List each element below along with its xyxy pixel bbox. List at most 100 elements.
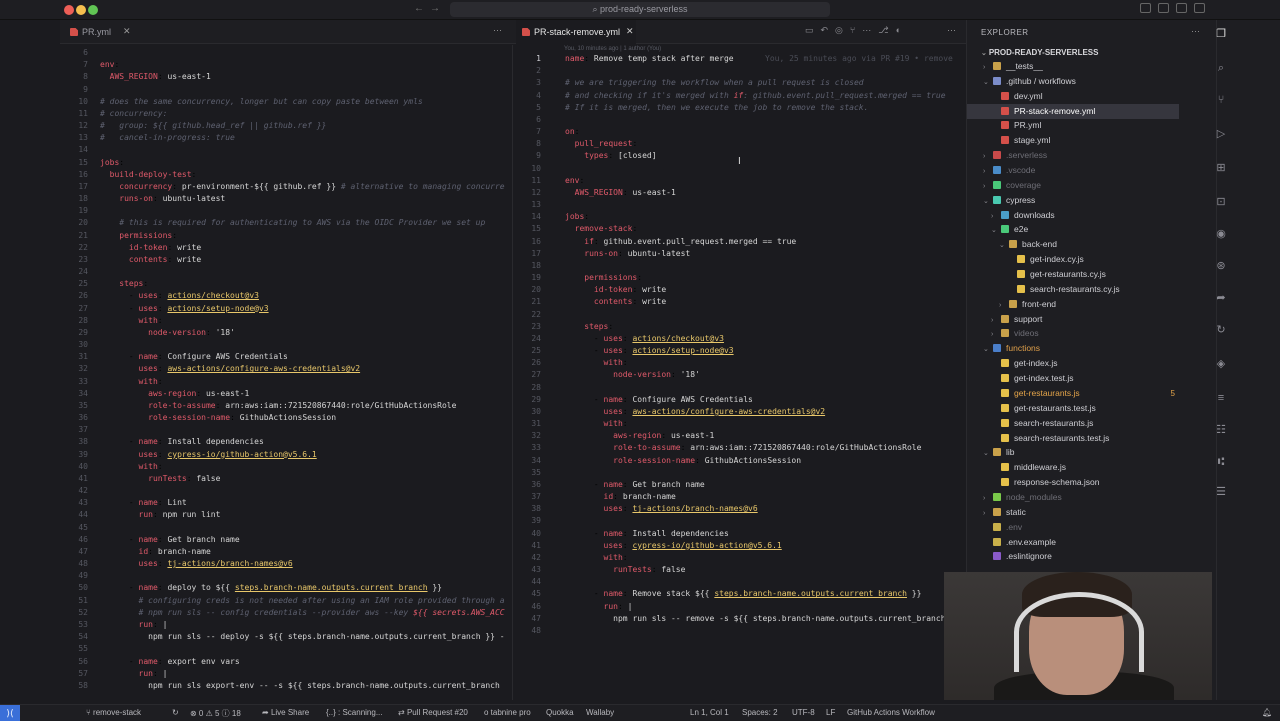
wallaby-status[interactable]: Wallaby xyxy=(586,708,614,717)
code-line[interactable]: 52 # npm run sls -- config credentials -… xyxy=(60,607,512,619)
code-line[interactable]: 45 xyxy=(60,522,512,534)
language-mode[interactable]: GitHub Actions Workflow xyxy=(847,708,935,717)
run-debug-icon[interactable]: ▷ xyxy=(1215,128,1227,140)
tree-item[interactable]: get-index.test.js xyxy=(967,371,1179,386)
back-arrow-icon[interactable]: ← xyxy=(414,3,424,14)
tree-item[interactable]: .eslintignore xyxy=(967,549,1179,564)
share-icon[interactable]: ➦ xyxy=(1215,292,1227,304)
code-line[interactable]: 47 npm run sls -- remove -s ${{ steps.br… xyxy=(513,613,966,625)
code-line[interactable]: 19 xyxy=(60,205,512,217)
code-line[interactable]: 14 jobs: xyxy=(513,211,966,223)
explorer-more-icon[interactable]: ··· xyxy=(1191,26,1200,36)
more-actions-icon[interactable]: ··· xyxy=(947,25,956,35)
code-line[interactable]: 25 steps: xyxy=(60,278,512,290)
code-line[interactable]: 28 xyxy=(513,382,966,394)
tree-item[interactable]: › front-end xyxy=(967,297,1179,312)
code-line[interactable]: 8 pull_request: xyxy=(513,138,966,150)
tree-item[interactable]: search-restaurants.cy.js xyxy=(967,282,1179,297)
tree-item[interactable]: search-restaurants.test.js xyxy=(967,431,1179,446)
code-line[interactable]: 10 # does the same concurrency, longer bu… xyxy=(60,96,512,108)
code-line[interactable]: 32 aws-region: us-east-1 xyxy=(513,430,966,442)
source-control-icon[interactable]: ⑂ xyxy=(1215,94,1227,106)
indentation[interactable]: Spaces: 2 xyxy=(742,708,778,717)
tree-item[interactable]: get-restaurants.js 5 xyxy=(967,386,1179,401)
tree-item[interactable]: .env xyxy=(967,520,1179,535)
toggle-panel-icon[interactable] xyxy=(1158,3,1169,13)
encoding[interactable]: UTF-8 xyxy=(792,708,815,717)
code-line[interactable]: 6 xyxy=(60,47,512,59)
bookmark-icon[interactable]: ◈ xyxy=(1215,358,1227,370)
code-line[interactable]: 6 xyxy=(513,114,966,126)
code-line[interactable]: 34 aws-region: us-east-1 xyxy=(60,388,512,400)
explorer-icon[interactable]: ❐ xyxy=(1215,28,1227,40)
search-icon[interactable]: ⌕ xyxy=(1215,62,1227,74)
docker-icon[interactable]: ⊛ xyxy=(1215,260,1227,272)
code-line[interactable]: 46 run: | xyxy=(513,601,966,613)
tree-item[interactable]: dev.yml xyxy=(967,89,1179,104)
code-line[interactable]: 21 contents: write xyxy=(513,296,966,308)
tree-item[interactable]: › node_modules xyxy=(967,490,1179,505)
tabnine-status[interactable]: o tabnine pro xyxy=(484,708,531,717)
code-line[interactable]: 11 # concurrency: xyxy=(60,108,512,120)
tree-item[interactable]: › support xyxy=(967,312,1179,327)
customize-layout-icon[interactable] xyxy=(1194,3,1205,13)
code-line[interactable]: 58 npm run sls export-env -- -s ${{ step… xyxy=(60,680,512,692)
code-line[interactable]: 37 xyxy=(60,424,512,436)
code-line[interactable]: 29 - name: Configure AWS Credentials xyxy=(513,394,966,406)
tree-item[interactable]: ⌄ functions xyxy=(967,341,1179,356)
code-line[interactable]: 12 # group: ${{ github.head_ref || github… xyxy=(60,120,512,132)
code-line[interactable]: 28 with: xyxy=(60,315,512,327)
code-line[interactable]: 23 contents: write xyxy=(60,254,512,266)
code-line[interactable]: 44 run: npm run lint xyxy=(60,509,512,521)
tree-item[interactable]: › videos xyxy=(967,326,1179,341)
project-root[interactable]: ⌄ PROD-READY-SERVERLESS xyxy=(981,48,1098,57)
tree-item[interactable]: response-schema.json xyxy=(967,475,1179,490)
code-line[interactable]: 17 concurrency: pr-environment-${{ githu… xyxy=(60,181,512,193)
code-line[interactable]: 41 runTests: false xyxy=(60,473,512,485)
code-line[interactable]: 46 - name: Get branch name xyxy=(60,534,512,546)
code-line[interactable]: 57 run: | xyxy=(60,668,512,680)
tree-icon[interactable]: ☷ xyxy=(1215,424,1227,436)
code-line[interactable]: 15 jobs: xyxy=(60,157,512,169)
code-line[interactable]: 40 - name: Install dependencies xyxy=(513,528,966,540)
minimize-window-button[interactable] xyxy=(76,5,86,15)
github-icon[interactable]: ◉ xyxy=(1215,228,1227,240)
cursor-position[interactable]: Ln 1, Col 1 xyxy=(690,708,729,717)
tree-item[interactable]: › .vscode xyxy=(967,163,1179,178)
tree-item[interactable]: › static xyxy=(967,505,1179,520)
code-line[interactable]: 48 uses: tj-actions/branch-names@v6 xyxy=(60,558,512,570)
timeline-icon[interactable]: ≡ xyxy=(1215,392,1227,404)
outline-icon[interactable]: ☰ xyxy=(1215,486,1227,498)
code-line[interactable]: 29 node-version: '18' xyxy=(60,327,512,339)
tree-item[interactable]: ⌄ back-end xyxy=(967,237,1179,252)
tree-item[interactable]: ⌄ .github / workflows xyxy=(967,74,1179,89)
code-line[interactable]: 22 xyxy=(513,309,966,321)
right-editor[interactable]: 1 name: Remove temp stack after merge 2 3 # … xyxy=(512,45,966,700)
code-line[interactable]: 18 xyxy=(513,260,966,272)
code-line[interactable]: 45 - name: Remove stack ${{ steps.branch… xyxy=(513,588,966,600)
close-tab-icon[interactable]: ✕ xyxy=(626,26,634,37)
remote-indicator-icon[interactable]: ⟩⟨ xyxy=(0,705,20,721)
problems-indicator[interactable]: ⊗ 0 ⚠ 5 ⓘ 18 xyxy=(190,708,241,719)
live-share-icon[interactable]: ↻ xyxy=(1215,324,1227,336)
end-of-line[interactable]: LF xyxy=(826,708,835,717)
code-line[interactable]: 14 xyxy=(60,144,512,156)
code-line[interactable]: 50 - name: deploy to ${{ steps.branch-na… xyxy=(60,582,512,594)
extensions-icon[interactable]: ⊞ xyxy=(1215,162,1227,174)
tab-pr-yml[interactable]: PR.yml xyxy=(64,20,144,44)
git-graph-icon[interactable]: ⑆ xyxy=(1215,456,1227,468)
code-line[interactable]: 38 - name: Install dependencies xyxy=(60,436,512,448)
tree-item[interactable]: › .serverless xyxy=(967,148,1179,163)
code-line[interactable]: 30 xyxy=(60,339,512,351)
toggle-sidebar-icon[interactable] xyxy=(1140,3,1151,13)
code-line[interactable]: 38 uses: tj-actions/branch-names@v6 xyxy=(513,503,966,515)
tree-item[interactable]: › coverage xyxy=(967,178,1179,193)
code-line[interactable]: 16 if: github.event.pull_request.merged … xyxy=(513,236,966,248)
tree-item[interactable]: middleware.js xyxy=(967,460,1179,475)
code-line[interactable]: 26 with: xyxy=(513,357,966,369)
code-line[interactable]: 23 steps: xyxy=(513,321,966,333)
code-line[interactable]: 31 - name: Configure AWS Credentials xyxy=(60,351,512,363)
code-line[interactable]: 32 uses: aws-actions/configure-aws-crede… xyxy=(60,363,512,375)
live-share-button[interactable]: ➦ Live Share xyxy=(262,708,309,717)
remote-explorer-icon[interactable]: ⊡ xyxy=(1215,196,1227,208)
